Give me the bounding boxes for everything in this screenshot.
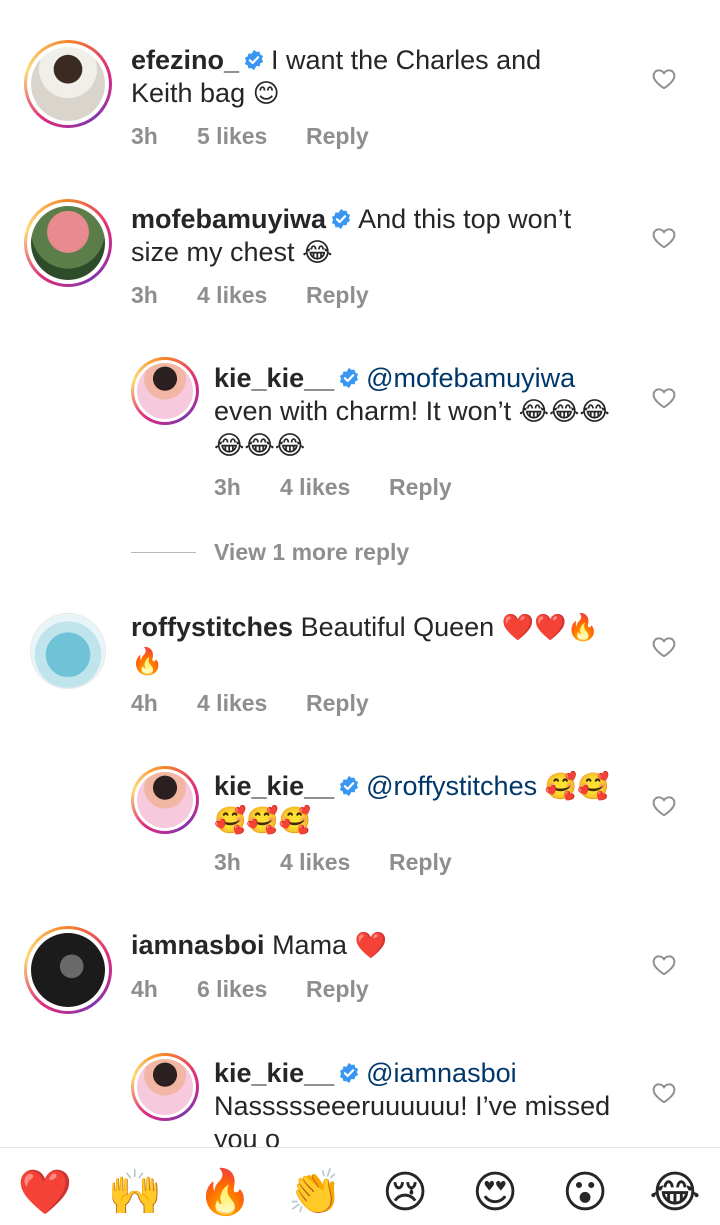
verified-badge-icon xyxy=(243,49,265,71)
comment-likes[interactable]: 4 likes xyxy=(197,282,306,309)
comment-likes[interactable]: 6 likes xyxy=(197,976,306,1003)
comment-time: 4h xyxy=(131,690,158,716)
verified-badge-icon xyxy=(330,208,352,230)
verified-badge-icon xyxy=(338,367,360,389)
mention-link[interactable]: @roffystitches xyxy=(366,771,537,801)
comment-body: Mama xyxy=(272,930,348,960)
comment-meta: 4h 4 likes Reply xyxy=(131,690,369,717)
comment-text: efezino_ I want the Charles and Keith bag… xyxy=(131,44,601,111)
comment-username[interactable]: iamnasboi xyxy=(131,930,265,960)
divider xyxy=(131,552,196,553)
comment-likes[interactable]: 4 likes xyxy=(280,474,389,501)
reaction-heart-eyes-emoji[interactable]: 😍 xyxy=(467,1165,523,1221)
comment-body: Beautiful Queen xyxy=(300,612,495,642)
comment-username[interactable]: kie_kie__ xyxy=(214,1058,334,1088)
comment-meta: 3h 4 likes Reply xyxy=(214,849,452,876)
comment-time: 3h xyxy=(214,849,241,875)
verified-badge-icon xyxy=(338,775,360,797)
mention-link[interactable]: @mofebamuyiwa xyxy=(366,363,575,393)
quick-reaction-bar: ❤️ 🙌 🔥 👏 😢 😍 😮 😂 xyxy=(0,1147,720,1225)
reply-button[interactable]: Reply xyxy=(306,690,369,717)
reply-button[interactable]: Reply xyxy=(306,123,369,150)
reply-button[interactable]: Reply xyxy=(389,849,452,876)
reply-button[interactable]: Reply xyxy=(306,976,369,1003)
verified-badge-icon xyxy=(338,1062,360,1084)
avatar[interactable] xyxy=(131,357,199,425)
comment-meta: 3h 4 likes Reply xyxy=(131,282,369,309)
reaction-raised-hands-emoji[interactable]: 🙌 xyxy=(107,1165,163,1221)
comment-time: 3h xyxy=(131,282,158,308)
comment-text: kie_kie__ @iamnasboi Nassssseeeruuuuuu! I… xyxy=(214,1057,634,1156)
avatar[interactable] xyxy=(131,766,199,834)
previous-reply-indicator xyxy=(330,0,410,4)
comment-time: 3h xyxy=(214,474,241,500)
comment-body: even with charm! It won’t xyxy=(214,396,512,426)
avatar[interactable] xyxy=(24,926,112,1014)
comment-username[interactable]: kie_kie__ xyxy=(214,363,334,393)
like-heart-icon[interactable] xyxy=(651,634,677,660)
comment-likes[interactable]: 5 likes xyxy=(197,123,306,150)
comment-likes[interactable]: 4 likes xyxy=(197,690,306,717)
like-heart-icon[interactable] xyxy=(651,1080,677,1106)
avatar[interactable] xyxy=(24,199,112,287)
comment-username[interactable]: kie_kie__ xyxy=(214,771,334,801)
comment-username[interactable]: roffystitches xyxy=(131,612,293,642)
view-more-replies-button[interactable]: View 1 more reply xyxy=(131,539,409,566)
comment-meta: 3h 4 likes Reply xyxy=(214,474,452,501)
reply-button[interactable]: Reply xyxy=(306,282,369,309)
like-heart-icon[interactable] xyxy=(651,952,677,978)
comment-username[interactable]: mofebamuyiwa xyxy=(131,204,326,234)
reaction-crying-emoji[interactable]: 😢 xyxy=(377,1165,433,1221)
comment-time: 4h xyxy=(131,976,158,1002)
like-heart-icon[interactable] xyxy=(651,225,677,251)
comment-text: kie_kie__ @mofebamuyiwa even with charm! … xyxy=(214,362,614,463)
reaction-surprised-emoji[interactable]: 😮 xyxy=(557,1165,613,1221)
comment-emoji: 😂 xyxy=(302,238,333,268)
avatar[interactable] xyxy=(30,613,106,689)
comment-time: 3h xyxy=(131,123,158,149)
like-heart-icon[interactable] xyxy=(651,385,677,411)
comment-text: kie_kie__ @roffystitches 🥰🥰🥰🥰🥰 xyxy=(214,770,614,838)
comment-text: iamnasboi Mama ❤️ xyxy=(131,929,601,963)
like-heart-icon[interactable] xyxy=(651,66,677,92)
avatar[interactable] xyxy=(131,1053,199,1121)
reaction-clapping-emoji[interactable]: 👏 xyxy=(287,1165,343,1221)
reaction-laughing-emoji[interactable]: 😂 xyxy=(647,1165,703,1221)
mention-link[interactable]: @iamnasboi xyxy=(366,1058,516,1088)
comment-meta: 4h 6 likes Reply xyxy=(131,976,369,1003)
view-more-replies-label: View 1 more reply xyxy=(214,539,410,565)
comment-username[interactable]: efezino_ xyxy=(131,45,239,75)
comment-emoji: 😊 xyxy=(252,79,280,109)
comment-body: Nassssseeeruuuuuu! I’ve missed you o xyxy=(214,1091,611,1154)
comment-text: roffystitches Beautiful Queen ❤️❤️🔥🔥 xyxy=(131,611,601,679)
comment-likes[interactable]: 4 likes xyxy=(280,849,389,876)
reaction-fire-emoji[interactable]: 🔥 xyxy=(197,1165,253,1221)
like-heart-icon[interactable] xyxy=(651,793,677,819)
comment-emoji: ❤️ xyxy=(354,931,387,961)
reaction-heart-emoji[interactable]: ❤️ xyxy=(17,1165,73,1221)
comment-text: mofebamuyiwa And this top won’t size my c… xyxy=(131,203,601,270)
comment-meta: 3h 5 likes Reply xyxy=(131,123,369,150)
reply-button[interactable]: Reply xyxy=(389,474,452,501)
avatar[interactable] xyxy=(24,40,112,128)
